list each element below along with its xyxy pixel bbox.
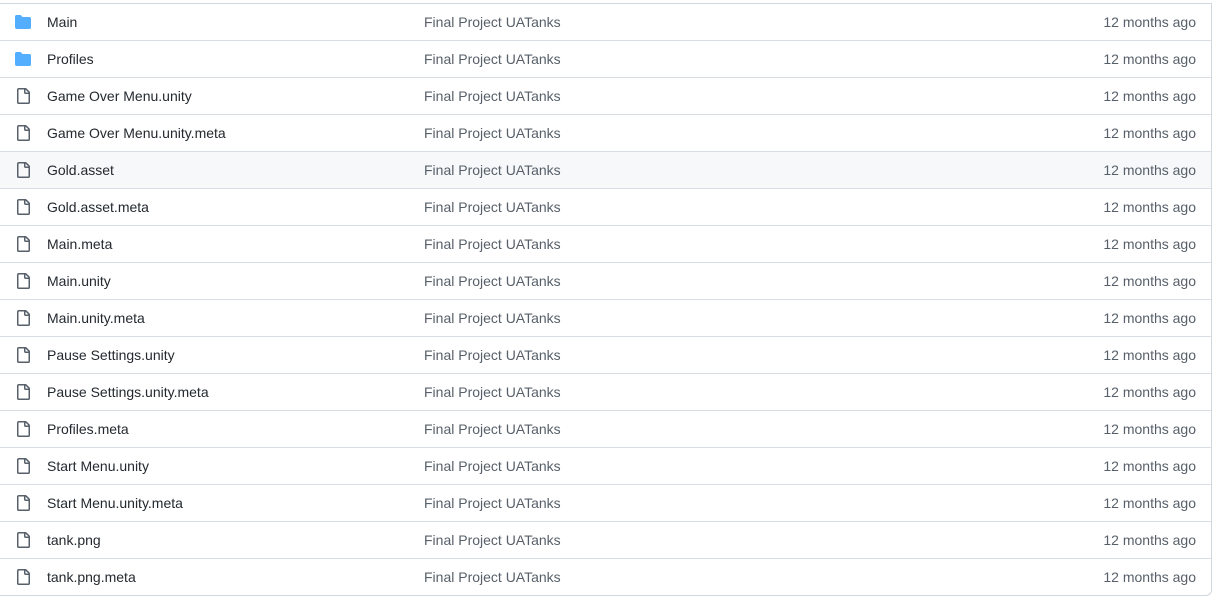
commit-age: 12 months ago (1103, 88, 1196, 104)
file-icon (15, 88, 31, 104)
file-icon (15, 569, 31, 585)
file-link[interactable]: Profiles.meta (47, 421, 129, 437)
commit-message-link[interactable]: Final Project UATanks (424, 421, 561, 437)
file-row[interactable]: Profiles Final Project UATanks 12 months a… (0, 40, 1211, 77)
file-row[interactable]: Main.unity Final Project UATanks 12 months… (0, 262, 1211, 299)
file-row[interactable]: Game Over Menu.unity.meta Final Project U… (0, 114, 1211, 151)
commit-age: 12 months ago (1103, 236, 1196, 252)
file-row[interactable]: Gold.asset.meta Final Project UATanks 12 m… (0, 188, 1211, 225)
commit-message-link[interactable]: Final Project UATanks (424, 88, 561, 104)
file-row[interactable]: Start Menu.unity.meta Final Project UATan… (0, 484, 1211, 521)
file-link[interactable]: Main.meta (47, 236, 112, 252)
commit-age: 12 months ago (1103, 51, 1196, 67)
commit-age: 12 months ago (1103, 199, 1196, 215)
file-link[interactable]: Start Menu.unity (47, 458, 149, 474)
commit-message-link[interactable]: Final Project UATanks (424, 347, 561, 363)
file-icon (15, 495, 31, 511)
file-icon (15, 347, 31, 363)
file-icon (15, 310, 31, 326)
folder-link[interactable]: Profiles (47, 51, 94, 67)
file-list: Main Final Project UATanks 12 months ago Pr… (0, 3, 1212, 596)
file-link[interactable]: Main.unity (47, 273, 111, 289)
commit-age: 12 months ago (1103, 421, 1196, 437)
commit-age: 12 months ago (1103, 458, 1196, 474)
file-link[interactable]: Main.unity.meta (47, 310, 145, 326)
file-row[interactable]: tank.png.meta Final Project UATanks 12 mon… (0, 558, 1211, 595)
commit-message-link[interactable]: Final Project UATanks (424, 532, 561, 548)
file-icon (15, 273, 31, 289)
commit-message-link[interactable]: Final Project UATanks (424, 162, 561, 178)
commit-message-link[interactable]: Final Project UATanks (424, 236, 561, 252)
file-icon (15, 162, 31, 178)
commit-message-link[interactable]: Final Project UATanks (424, 14, 561, 30)
commit-age: 12 months ago (1103, 347, 1196, 363)
file-row[interactable]: Pause Settings.unity.meta Final Project U… (0, 373, 1211, 410)
commit-message-link[interactable]: Final Project UATanks (424, 51, 561, 67)
file-link[interactable]: Gold.asset (47, 162, 114, 178)
commit-message-link[interactable]: Final Project UATanks (424, 458, 561, 474)
file-icon (15, 458, 31, 474)
file-row[interactable]: Start Menu.unity Final Project UATanks 12 … (0, 447, 1211, 484)
file-row[interactable]: Main.meta Final Project UATanks 12 months … (0, 225, 1211, 262)
commit-age: 12 months ago (1103, 125, 1196, 141)
commit-age: 12 months ago (1103, 569, 1196, 585)
file-link[interactable]: Game Over Menu.unity (47, 88, 192, 104)
file-row[interactable]: Pause Settings.unity Final Project UATank… (0, 336, 1211, 373)
file-icon (15, 125, 31, 141)
commit-age: 12 months ago (1103, 532, 1196, 548)
file-link[interactable]: Pause Settings.unity (47, 347, 175, 363)
file-row[interactable]: Gold.asset Final Project UATanks 12 months… (0, 151, 1211, 188)
commit-age: 12 months ago (1103, 495, 1196, 511)
commit-message-link[interactable]: Final Project UATanks (424, 125, 561, 141)
file-icon (15, 384, 31, 400)
file-icon (15, 421, 31, 437)
folder-icon (15, 51, 31, 67)
commit-age: 12 months ago (1103, 162, 1196, 178)
commit-message-link[interactable]: Final Project UATanks (424, 273, 561, 289)
commit-message-link[interactable]: Final Project UATanks (424, 199, 561, 215)
file-icon (15, 199, 31, 215)
file-row[interactable]: Profiles.meta Final Project UATanks 12 mon… (0, 410, 1211, 447)
commit-age: 12 months ago (1103, 310, 1196, 326)
file-row[interactable]: Game Over Menu.unity Final Project UATank… (0, 77, 1211, 114)
file-icon (15, 236, 31, 252)
commit-age: 12 months ago (1103, 384, 1196, 400)
file-link[interactable]: tank.png (47, 532, 101, 548)
file-link[interactable]: Game Over Menu.unity.meta (47, 125, 226, 141)
file-link[interactable]: Gold.asset.meta (47, 199, 149, 215)
commit-message-link[interactable]: Final Project UATanks (424, 384, 561, 400)
commit-message-link[interactable]: Final Project UATanks (424, 310, 561, 326)
file-link[interactable]: Start Menu.unity.meta (47, 495, 183, 511)
folder-icon (15, 14, 31, 30)
commit-message-link[interactable]: Final Project UATanks (424, 495, 561, 511)
file-icon (15, 532, 31, 548)
commit-age: 12 months ago (1103, 273, 1196, 289)
file-link[interactable]: tank.png.meta (47, 569, 136, 585)
file-row[interactable]: tank.png Final Project UATanks 12 months a… (0, 521, 1211, 558)
file-link[interactable]: Pause Settings.unity.meta (47, 384, 209, 400)
commit-message-link[interactable]: Final Project UATanks (424, 569, 561, 585)
file-row[interactable]: Main Final Project UATanks 12 months ago (0, 4, 1211, 40)
folder-link[interactable]: Main (47, 14, 77, 30)
file-row[interactable]: Main.unity.meta Final Project UATanks 12 m… (0, 299, 1211, 336)
commit-age: 12 months ago (1103, 14, 1196, 30)
